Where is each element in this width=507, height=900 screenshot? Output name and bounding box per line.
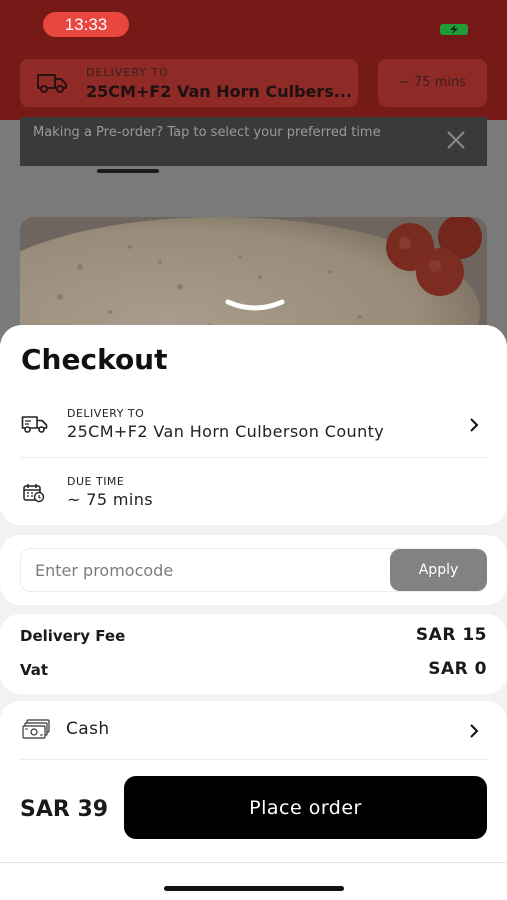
order-total: SAR 39 — [20, 797, 109, 822]
header-delivery-address: 25CM+F2 Van Horn Culbers... — [86, 82, 353, 101]
checkout-details-card: Checkout DELIVERY TO 25CM+F2 Van Horn Cu… — [0, 325, 507, 525]
promo-field: Apply — [20, 548, 487, 592]
preorder-banner[interactable]: Making a Pre-order? Tap to select your p… — [20, 117, 487, 166]
tab-indicator — [97, 169, 159, 173]
preorder-text: Making a Pre-order? Tap to select your p… — [33, 125, 381, 140]
chevron-down-icon[interactable] — [224, 296, 286, 316]
cash-icon — [22, 719, 50, 739]
header-delivery-label: DELIVERY TO — [86, 66, 169, 79]
payment-card: Cash SAR 39 Place order — [0, 701, 507, 900]
vat-value: SAR 0 — [428, 659, 487, 679]
chevron-right-icon — [470, 418, 479, 432]
fees-card: Delivery Fee SAR 15 Vat SAR 0 — [0, 614, 507, 694]
home-indicator[interactable] — [164, 886, 344, 891]
delivery-label: DELIVERY TO — [67, 407, 145, 420]
header-delivery-button[interactable]: DELIVERY TO 25CM+F2 Van Horn Culbers... — [20, 59, 358, 107]
truck-icon — [37, 74, 67, 93]
chevron-right-icon — [470, 724, 479, 738]
header-eta-button[interactable]: ~ 75 mins — [378, 59, 487, 107]
battery-icon — [440, 24, 468, 35]
promocode-input[interactable] — [21, 549, 389, 591]
close-icon[interactable] — [445, 129, 467, 151]
calendar-clock-icon — [23, 484, 45, 503]
vat-label: Vat — [20, 661, 49, 679]
due-time-label: DUE TIME — [67, 475, 125, 488]
due-time-value: ~ 75 mins — [67, 490, 154, 509]
delivery-fee-label: Delivery Fee — [20, 627, 126, 645]
apply-button[interactable]: Apply — [390, 549, 487, 591]
divider — [20, 759, 487, 760]
truck-icon — [21, 416, 48, 433]
place-order-button[interactable]: Place order — [124, 776, 487, 839]
promo-card: Apply — [0, 535, 507, 605]
delivery-address: 25CM+F2 Van Horn Culberson County — [67, 422, 385, 441]
divider — [20, 457, 487, 458]
delivery-fee-value: SAR 15 — [415, 625, 487, 645]
page-title: Checkout — [21, 343, 168, 376]
divider — [0, 862, 507, 863]
payment-method-label: Cash — [66, 719, 110, 739]
checkout-sheet: Checkout DELIVERY TO 25CM+F2 Van Horn Cu… — [0, 325, 507, 900]
status-time: 13:33 — [43, 12, 129, 37]
